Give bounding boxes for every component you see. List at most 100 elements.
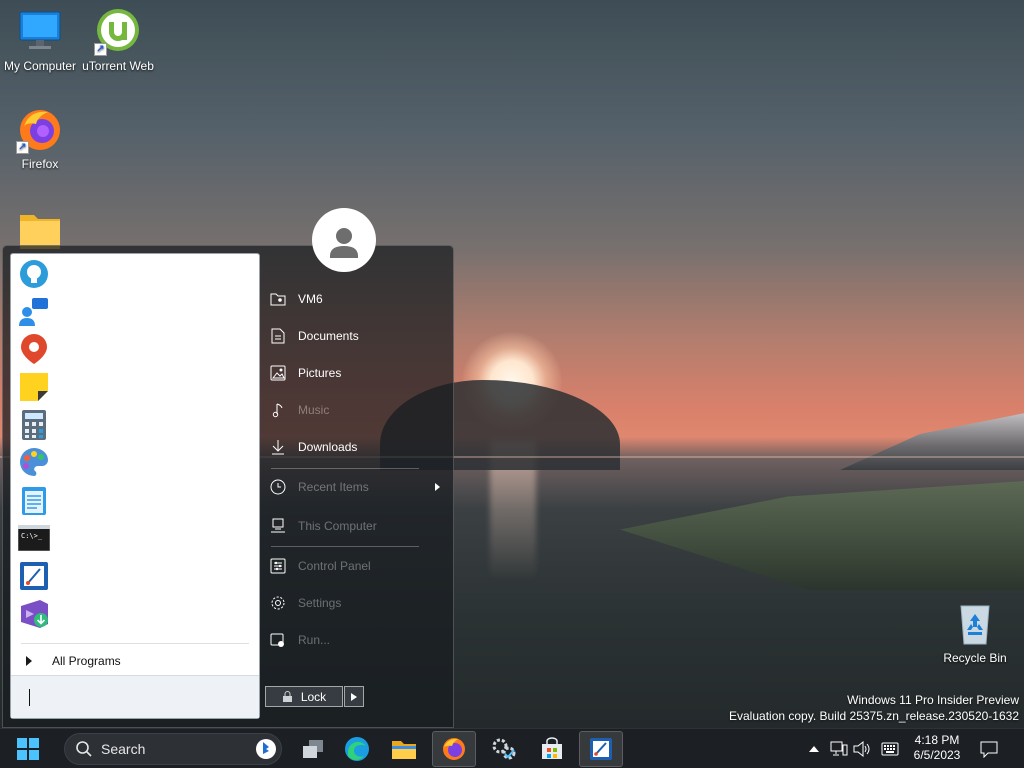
user-avatar[interactable] [312, 208, 376, 272]
program-snipping-tool[interactable] [15, 558, 53, 594]
program-tips[interactable] [15, 256, 53, 292]
start-item-label: Control Panel [298, 559, 371, 573]
start-separator [271, 468, 419, 469]
padlock-icon [282, 690, 292, 702]
notepad-icon [22, 487, 46, 515]
start-item-run[interactable]: Run... [269, 625, 449, 655]
user-silhouette-icon [330, 228, 358, 258]
program-maps[interactable] [15, 331, 53, 367]
network-button[interactable] [829, 739, 849, 759]
lock-button[interactable]: Lock [265, 686, 343, 707]
network-icon [830, 741, 848, 756]
start-item-label: Music [298, 403, 330, 417]
utorrent-icon: ↗ [94, 8, 142, 56]
start-item-settings[interactable]: Settings [269, 588, 449, 618]
program-command-prompt[interactable]: C:\>_ [15, 520, 53, 556]
notification-icon [980, 741, 998, 758]
taskbar: Search 4:18 PM 6/5/2023 [0, 728, 1024, 768]
download-icon [269, 438, 287, 456]
file-explorer-icon [392, 741, 416, 759]
start-item-recent-items[interactable]: Recent Items [269, 472, 449, 502]
all-programs-button[interactable]: All Programs [19, 650, 251, 672]
input-keyboard-button[interactable] [880, 739, 900, 759]
taskbar-firefox[interactable] [432, 731, 476, 767]
start-search-input[interactable] [11, 675, 259, 718]
wallpaper-mountain [840, 410, 1024, 470]
start-item-label: Downloads [298, 440, 358, 454]
clock-date: 6/5/2023 [913, 748, 961, 762]
edge-icon [345, 737, 369, 761]
start-item-music[interactable]: Music [269, 395, 449, 425]
power-options-arrow-button[interactable] [344, 686, 364, 707]
taskbar-file-explorer[interactable] [382, 731, 426, 767]
start-button[interactable] [0, 729, 56, 768]
start-item-this-computer[interactable]: This Computer [269, 511, 449, 541]
clock-time: 4:18 PM [914, 733, 960, 747]
computer-icon [269, 517, 287, 535]
tips-lightbulb-icon [20, 260, 48, 288]
recycle-bin-icon [951, 600, 999, 648]
speaker-icon [853, 741, 870, 757]
notifications-button[interactable] [979, 739, 999, 759]
document-icon [269, 327, 287, 345]
taskbar-snipping-tool[interactable] [579, 731, 623, 767]
svg-text:C:\>_: C:\>_ [21, 532, 43, 540]
monitor-icon [16, 8, 64, 56]
control-panel-icon [269, 557, 287, 575]
program-sticky-notes[interactable] [15, 369, 53, 405]
watermark-line1: Windows 11 Pro Insider Preview [847, 693, 1019, 707]
start-item-pictures[interactable]: Pictures [269, 358, 449, 388]
chevron-up-icon [809, 746, 819, 752]
shortcut-arrow-icon: ↗ [94, 43, 107, 56]
windows-watermark: Windows 11 Pro Insider Preview Evaluatio… [729, 692, 1019, 724]
clock-icon [269, 478, 287, 496]
keyboard-icon [881, 742, 899, 756]
settings-manager-icon [492, 738, 516, 760]
program-people[interactable] [15, 294, 53, 330]
volume-button[interactable] [852, 739, 872, 759]
pinned-programs-pane: C:\>_ All Programs [10, 253, 260, 719]
taskbar-settings-manager[interactable] [482, 731, 526, 767]
taskbar-microsoft-store[interactable] [530, 731, 574, 767]
gear-icon [269, 594, 287, 612]
picture-icon [269, 364, 287, 382]
desktop-icon-utorrent-web[interactable]: ↗ uTorrent Web [78, 8, 158, 73]
user-folder-icon [269, 290, 287, 308]
windows-logo-icon [17, 738, 39, 760]
start-item-documents[interactable]: Documents [269, 321, 449, 351]
program-paint[interactable] [15, 444, 53, 480]
snipping-tool-icon [20, 562, 48, 590]
taskbar-search-placeholder: Search [101, 741, 146, 757]
start-menu: C:\>_ All Programs VM6 Documents Picture… [2, 208, 454, 728]
start-item-label: Run... [298, 633, 331, 647]
program-calculator[interactable] [15, 407, 53, 443]
task-view-icon [303, 740, 323, 758]
all-programs-label: All Programs [52, 654, 121, 668]
program-visual-studio-installer[interactable] [15, 596, 53, 632]
people-chat-icon [19, 298, 48, 326]
start-item-downloads[interactable]: Downloads [269, 432, 449, 462]
run-icon [269, 631, 287, 649]
start-item-vm6[interactable]: VM6 [269, 284, 449, 314]
bing-icon [256, 739, 276, 759]
start-item-label: VM6 [298, 292, 323, 306]
start-item-label: This Computer [298, 519, 377, 533]
calculator-icon [22, 410, 46, 440]
desktop-icon-label: Recycle Bin [943, 651, 1007, 665]
taskbar-task-view[interactable] [291, 731, 335, 767]
text-caret [29, 689, 30, 706]
show-hidden-icons-button[interactable] [804, 739, 824, 759]
taskbar-search-box[interactable]: Search [64, 733, 282, 765]
sticky-notes-icon [20, 373, 48, 401]
expand-arrow-icon [26, 656, 32, 666]
start-item-control-panel[interactable]: Control Panel [269, 551, 449, 581]
taskbar-edge[interactable] [335, 731, 379, 767]
wallpaper-shore [620, 480, 1024, 590]
program-notepad[interactable] [15, 482, 53, 518]
taskbar-clock[interactable]: 4:18 PM 6/5/2023 [905, 733, 969, 763]
desktop-icon-firefox[interactable]: ↗ Firefox [0, 106, 80, 171]
submenu-arrow-icon [435, 483, 440, 491]
desktop-icon-recycle-bin[interactable]: Recycle Bin [935, 600, 1015, 665]
start-item-label: Documents [298, 329, 359, 343]
desktop-icon-my-computer[interactable]: My Computer [0, 8, 80, 73]
